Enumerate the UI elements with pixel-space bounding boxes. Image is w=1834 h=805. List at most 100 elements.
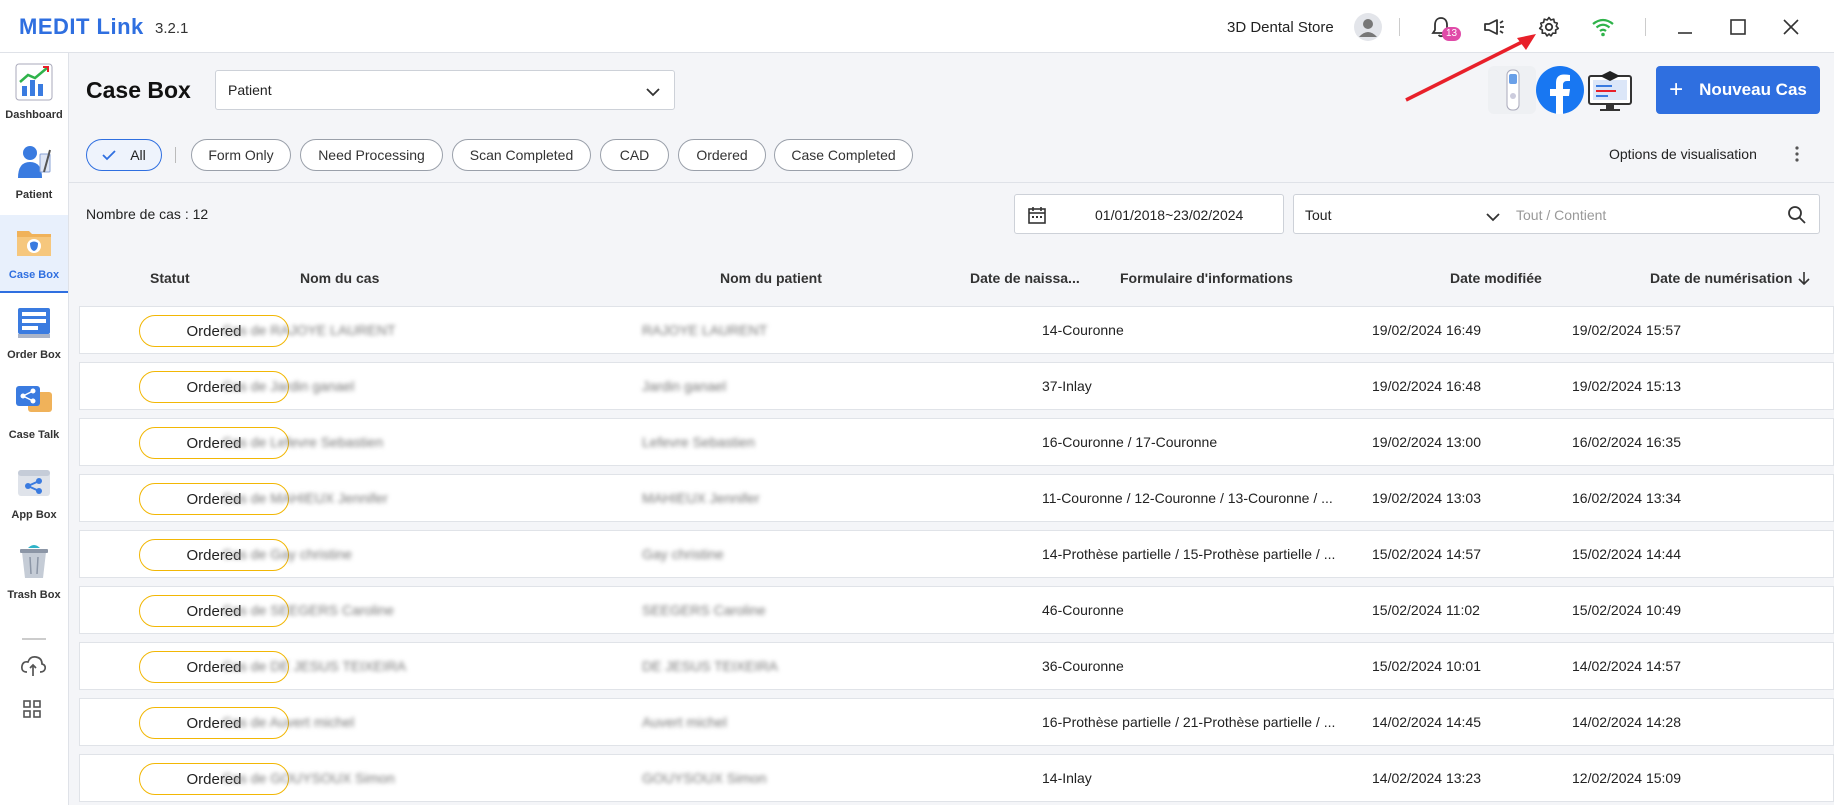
modified-date-cell: 19/02/2024 13:03 — [1372, 490, 1481, 506]
sidebar-item-order-box[interactable]: Order Box — [0, 295, 68, 373]
sidebar-item-label: Patient — [15, 189, 53, 201]
chip-label: Case Completed — [791, 147, 896, 163]
case-name-cell: Cas de Jardin ganael — [222, 378, 355, 394]
facebook-icon[interactable] — [1536, 66, 1584, 114]
announcement-megaphone-icon[interactable] — [1477, 10, 1511, 44]
sidebar-item-label: Trash Box — [7, 589, 61, 601]
select-value: Patient — [228, 82, 272, 98]
sidebar-item-case-talk[interactable]: Case Talk — [0, 375, 68, 453]
search-input[interactable] — [1516, 203, 1776, 227]
case-name-cell: Cas de MAHIEUX Jennifer — [222, 490, 388, 506]
table-row[interactable]: Ordered Cas de Jardin ganael Jardin ganael… — [79, 362, 1834, 410]
dashboard-icon — [13, 61, 55, 103]
sort-descending-icon — [1798, 272, 1810, 286]
sidebar-item-trash-box[interactable]: Trash Box — [0, 535, 68, 613]
table-row[interactable]: Ordered Cas de MAHIEUX Jennifer MAHIEUX Je… — [79, 474, 1834, 522]
sidebar-item-patient[interactable]: Patient — [0, 135, 68, 213]
chip-label: Need Processing — [318, 147, 425, 163]
search-scope-select[interactable]: Tout — [1305, 207, 1331, 223]
column-header-patient-name[interactable]: Nom du patient — [720, 270, 822, 286]
notifications-bell-icon[interactable]: 13 — [1424, 10, 1462, 44]
scan-date-cell: 16/02/2024 13:34 — [1572, 490, 1681, 506]
case-name-cell: Cas de Auvert michel — [222, 714, 355, 730]
form-info-cell: 37-Inlay — [1042, 378, 1092, 394]
chevron-down-icon[interactable] — [1486, 209, 1500, 227]
table-row[interactable]: Ordered Cas de GOUYSOUX Simon GOUYSOUX Sim… — [79, 754, 1834, 802]
search-type-select[interactable]: Patient — [215, 70, 675, 110]
column-header-birth-date[interactable]: Date de naissa... — [970, 270, 1080, 286]
user-avatar-icon[interactable] — [1351, 10, 1385, 44]
sidebar-item-case-box[interactable]: Case Box — [0, 215, 68, 293]
column-header-label: Date de numérisation — [1650, 270, 1793, 286]
chip-label: All — [130, 147, 146, 163]
filter-chip-form-only[interactable]: Form Only — [191, 139, 291, 171]
table-row[interactable]: Ordered Cas de DE JESUS TEIXEIRA DE JESUS … — [79, 642, 1834, 690]
modified-date-cell: 19/02/2024 13:00 — [1372, 434, 1481, 450]
scan-date-cell: 14/02/2024 14:57 — [1572, 658, 1681, 674]
modified-date-cell: 19/02/2024 16:48 — [1372, 378, 1481, 394]
apps-grid-icon[interactable] — [23, 700, 41, 723]
modified-date-cell: 14/02/2024 13:23 — [1372, 770, 1481, 786]
patient-name-cell: RAJOYE LAURENT — [642, 322, 768, 338]
table-row[interactable]: Ordered Cas de RAJOYE LAURENT RAJOYE LAURE… — [79, 306, 1834, 354]
table-row[interactable]: Ordered Cas de Auvert michel Auvert michel… — [79, 698, 1834, 746]
case-talk-icon — [13, 381, 55, 423]
view-options-button[interactable]: Options de visualisation — [1609, 146, 1757, 162]
page-title: Case Box — [86, 77, 191, 103]
search-bar: Tout — [1293, 194, 1820, 234]
case-name-cell: Cas de DE JESUS TEIXEIRA — [222, 658, 407, 674]
cloud-upload-icon[interactable] — [20, 654, 47, 683]
new-case-label: Nouveau Cas — [1699, 80, 1807, 99]
sidebar-divider — [22, 638, 46, 640]
column-header-status[interactable]: Statut — [150, 270, 190, 286]
case-name-cell: Cas de Gay christine — [222, 546, 352, 562]
chevron-down-icon — [646, 84, 660, 102]
sidebar-item-dashboard[interactable]: Dashboard — [0, 55, 68, 133]
app-logo: MEDIT Link — [19, 14, 144, 39]
column-header-scan-date[interactable]: Date de numérisation — [1650, 270, 1810, 286]
filter-chip-scan-completed[interactable]: Scan Completed — [452, 139, 591, 171]
scan-date-cell: 19/02/2024 15:57 — [1572, 322, 1681, 338]
filter-chip-need-processing[interactable]: Need Processing — [300, 139, 443, 171]
scan-date-cell: 12/02/2024 15:09 — [1572, 770, 1681, 786]
date-range-picker[interactable]: 01/01/2018~23/02/2024 — [1014, 194, 1284, 234]
checkmark-icon — [102, 150, 116, 161]
close-icon[interactable] — [1774, 10, 1808, 44]
sidebar-item-label: Dashboard — [5, 109, 63, 121]
filter-chip-all[interactable]: All — [86, 139, 162, 171]
column-header-case-name[interactable]: Nom du cas — [300, 270, 379, 286]
modified-date-cell: 15/02/2024 14:57 — [1372, 546, 1481, 562]
divider — [1399, 18, 1400, 36]
scan-date-cell: 15/02/2024 10:49 — [1572, 602, 1681, 618]
scan-date-cell: 16/02/2024 16:35 — [1572, 434, 1681, 450]
column-header-form-info[interactable]: Formulaire d'informations — [1120, 270, 1293, 286]
scanner-app-icon[interactable] — [1488, 66, 1536, 114]
table-row[interactable]: Ordered Cas de SEEGERS Caroline SEEGERS Ca… — [79, 586, 1834, 634]
case-name-cell: Cas de RAJOYE LAURENT — [222, 322, 396, 338]
order-box-icon — [13, 301, 55, 343]
sidebar-item-app-box[interactable]: App Box — [0, 455, 68, 533]
wifi-status-icon[interactable] — [1586, 10, 1620, 44]
filter-chip-cad[interactable]: CAD — [600, 139, 669, 171]
store-name[interactable]: 3D Dental Store — [1227, 19, 1334, 36]
form-info-cell: 16-Prothèse partielle / 21-Prothèse part… — [1042, 714, 1336, 730]
minimize-icon[interactable] — [1668, 10, 1702, 44]
column-header-modified-date[interactable]: Date modifiée — [1450, 270, 1542, 286]
more-options-icon[interactable] — [1793, 145, 1801, 168]
education-screen-icon[interactable] — [1586, 66, 1634, 114]
chip-label: CAD — [619, 147, 650, 163]
filter-chip-case-completed[interactable]: Case Completed — [774, 139, 913, 171]
title-bar: MEDIT Link 3.2.1 3D Dental Store 13 — [0, 0, 1834, 53]
table-row[interactable]: Ordered Cas de Gay christine Gay christine… — [79, 530, 1834, 578]
modified-date-cell: 15/02/2024 11:02 — [1372, 602, 1480, 618]
settings-gear-icon[interactable] — [1532, 10, 1566, 44]
search-icon[interactable] — [1787, 205, 1807, 230]
filter-chip-ordered[interactable]: Ordered — [678, 139, 766, 171]
patient-name-cell: DE JESUS TEIXEIRA — [642, 658, 778, 674]
app-version: 3.2.1 — [155, 20, 189, 37]
new-case-button[interactable]: + Nouveau Cas — [1656, 66, 1820, 114]
maximize-icon[interactable] — [1721, 10, 1755, 44]
case-name-cell: Cas de GOUYSOUX Simon — [222, 770, 395, 786]
table-row[interactable]: Ordered Cas de Lefevre Sebastien Lefevre S… — [79, 418, 1834, 466]
divider — [175, 147, 176, 163]
